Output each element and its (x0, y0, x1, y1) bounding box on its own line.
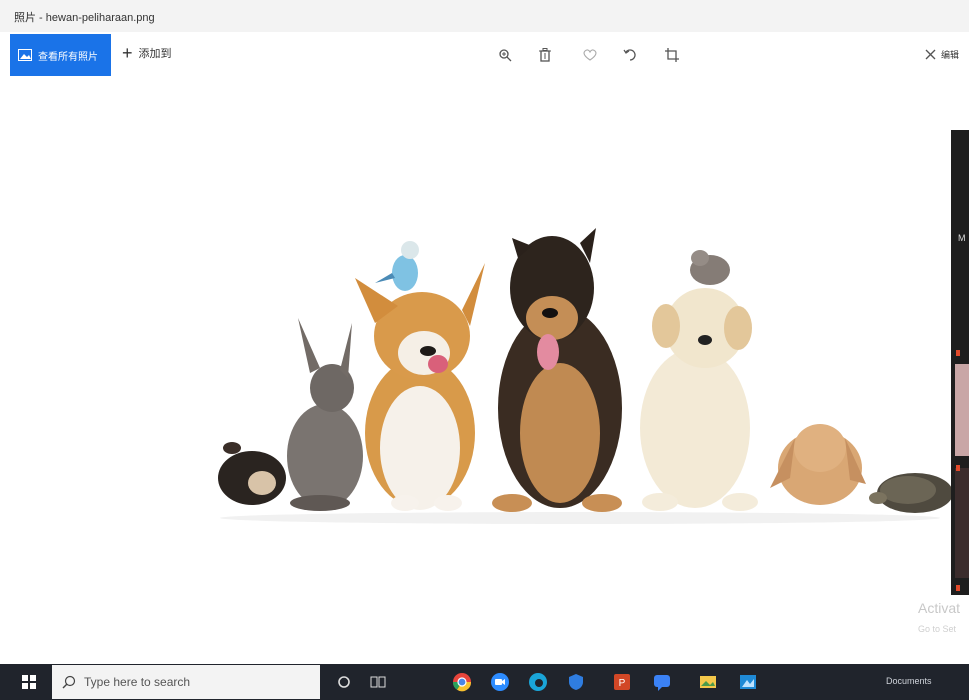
task-view-icon[interactable] (368, 672, 388, 692)
video-thumbnail[interactable] (955, 364, 969, 456)
image-viewer (0, 78, 969, 664)
budgie (375, 241, 419, 291)
taskbar-documents[interactable]: Documents (886, 676, 932, 686)
marker (956, 585, 960, 591)
turtle (869, 473, 953, 513)
edit-button[interactable]: 编辑 (925, 48, 959, 61)
edge-icon[interactable] (528, 672, 548, 692)
delete-icon[interactable] (535, 45, 555, 65)
view-all-photos-label: 查看所有照片 (38, 51, 98, 63)
powerpoint-icon[interactable]: P (612, 672, 632, 692)
taskbar-search-box[interactable]: Type here to search (52, 665, 320, 699)
add-to-label: 添加到 (138, 48, 172, 60)
video-thumbnail[interactable] (955, 468, 969, 578)
marker (956, 350, 960, 356)
labrador-puppy (640, 288, 758, 511)
zoom-app-icon[interactable] (490, 672, 510, 692)
shepherd-puppy (492, 228, 622, 512)
edit-label: 编辑 (941, 50, 960, 60)
gallery-icon[interactable] (738, 672, 758, 692)
add-to-button[interactable]: + 添加到 (122, 44, 172, 62)
lop-rabbit (770, 424, 866, 505)
activation-watermark-title: Activat (918, 600, 961, 616)
security-icon[interactable] (566, 672, 586, 692)
marker (956, 465, 960, 471)
view-all-photos-button[interactable]: 查看所有照片 (10, 34, 111, 76)
window-title: 照片 - hewan-peliharaan.png (14, 12, 155, 24)
search-icon (62, 675, 76, 689)
guinea-pig (218, 442, 286, 505)
svg-text:P: P (619, 678, 626, 689)
cortana-icon[interactable] (334, 672, 354, 692)
grey-rabbit (287, 318, 363, 511)
pets-photo (218, 228, 953, 524)
rotate-icon[interactable] (620, 45, 640, 65)
side-panel-letter: M (958, 233, 966, 243)
title-bar: 照片 - hewan-peliharaan.png (0, 0, 969, 32)
taskbar-search-placeholder: Type here to search (84, 675, 191, 689)
photo-icon (18, 49, 32, 61)
chrome-icon[interactable] (452, 672, 472, 692)
crop-icon[interactable] (662, 45, 682, 65)
activation-watermark-subtitle: Go to Set (918, 624, 957, 634)
photos-icon[interactable] (698, 672, 718, 692)
plus-icon: + (122, 43, 133, 63)
corgi (355, 263, 485, 511)
zoom-icon[interactable] (495, 45, 515, 65)
rat (690, 250, 730, 285)
favorite-icon[interactable] (580, 45, 600, 65)
chat-icon[interactable] (652, 672, 672, 692)
edit-icon (925, 49, 936, 60)
windows-start-icon[interactable] (22, 675, 36, 689)
